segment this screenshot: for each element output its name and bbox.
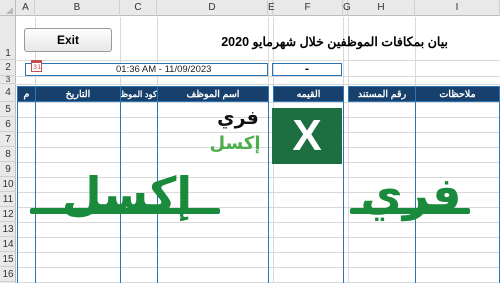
banner-word-excel: إكسل: [61, 167, 193, 221]
column-header-d[interactable]: D: [157, 0, 268, 16]
excel-logo-letter: X: [292, 111, 322, 160]
spreadsheet: A B C D E F G H I 1 2 3 4 5 6 7 8 9 10 1…: [0, 0, 500, 283]
logo-text-free: فري: [217, 107, 259, 129]
row-header-2[interactable]: 2: [0, 60, 16, 76]
row-header-16[interactable]: 16: [0, 267, 16, 282]
row-header-4[interactable]: 4: [0, 84, 16, 102]
column-header-a[interactable]: A: [17, 0, 35, 16]
row-header-11[interactable]: 11: [0, 192, 16, 207]
row-header-10[interactable]: 10: [0, 177, 16, 192]
column-header-b[interactable]: B: [35, 0, 120, 16]
banner-word-free: فري: [360, 167, 462, 221]
column-header-f[interactable]: F: [273, 0, 343, 16]
row-header-8[interactable]: 8: [0, 147, 16, 162]
row-header-5[interactable]: 5: [0, 102, 16, 117]
column-header-c[interactable]: C: [120, 0, 157, 16]
row-header-14[interactable]: 14: [0, 237, 16, 252]
column-header-bar: A B C D E F G H I: [0, 0, 500, 16]
logo-text-excel: إكسل: [209, 133, 261, 154]
datetime-value: 01:36 AM - 11/09/2023: [116, 64, 212, 75]
table-border: [17, 86, 18, 283]
header-employee-code[interactable]: كود الموظف: [120, 86, 158, 102]
header-index[interactable]: م: [17, 86, 36, 102]
row-header-1[interactable]: 1: [0, 16, 16, 60]
row-header-9[interactable]: 9: [0, 162, 16, 177]
row-header-15[interactable]: 15: [0, 252, 16, 267]
row-header-12[interactable]: 12: [0, 207, 16, 222]
header-value[interactable]: القيمه: [273, 86, 344, 102]
row-header-strip: 1 2 3 4 5 6 7 8 9 10 11 12 13 14 15 16 1…: [0, 16, 16, 283]
row-header-6[interactable]: 6: [0, 117, 16, 132]
excel-logo-icon: X: [272, 108, 342, 164]
row-header-13[interactable]: 13: [0, 222, 16, 237]
row-header-7[interactable]: 7: [0, 132, 16, 147]
row-header-3[interactable]: 3: [0, 76, 16, 84]
header-employee-name[interactable]: اسم الموظف: [157, 86, 269, 102]
header-date[interactable]: التاريخ: [35, 86, 121, 102]
calendar-day: 31: [33, 63, 42, 71]
column-header-h[interactable]: H: [348, 0, 415, 16]
table-border: [268, 86, 269, 283]
select-all-corner[interactable]: [0, 0, 16, 16]
exit-button[interactable]: Exit: [24, 28, 112, 52]
value-summary-cell[interactable]: -: [272, 63, 342, 76]
column-header-i[interactable]: I: [415, 0, 500, 16]
header-notes[interactable]: ملاحظات: [415, 86, 500, 102]
datetime-field[interactable]: 31 01:36 AM - 11/09/2023: [25, 60, 268, 76]
header-doc-number[interactable]: رقم المستند: [348, 86, 416, 102]
calendar-icon: 31: [31, 60, 42, 72]
report-title: بيان بمكافات الموظفين خلال شهرمايو 2020: [221, 35, 448, 49]
